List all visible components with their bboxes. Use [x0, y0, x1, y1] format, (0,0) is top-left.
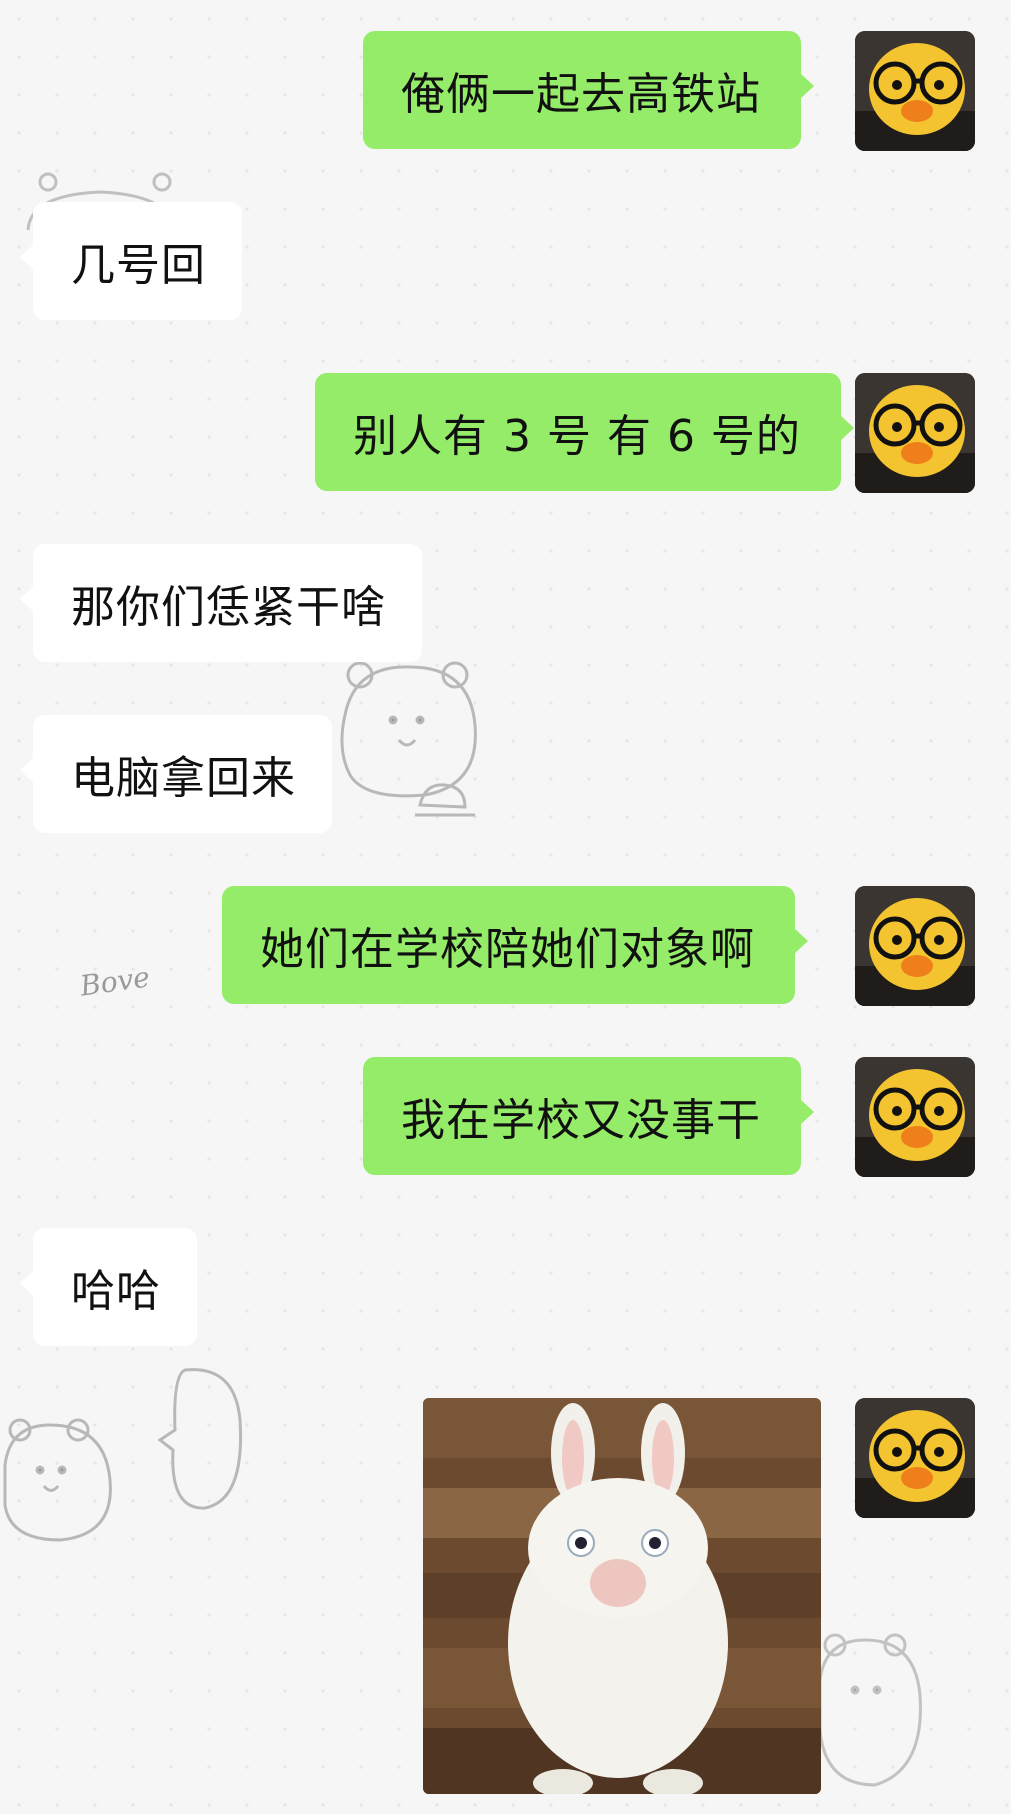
- duck-with-glasses-icon: [855, 886, 975, 1006]
- message-bubble-incoming[interactable]: 几号回: [20, 202, 242, 320]
- message-bubble-outgoing[interactable]: 我在学校又没事干: [363, 1057, 814, 1175]
- message-bubble-outgoing[interactable]: 她们在学校陪她们对象啊: [222, 886, 808, 1004]
- white-rabbit-sticker-icon: [423, 1398, 821, 1794]
- message-bubble-outgoing[interactable]: 俺俩一起去高铁站: [363, 31, 814, 149]
- message-text: 那你们恁紧干啥: [71, 582, 386, 633]
- bear-doodle-icon: [340, 661, 477, 817]
- user-avatar[interactable]: [855, 1057, 975, 1177]
- message-text: 别人有 3 号 有 6 号的: [353, 411, 801, 462]
- duck-with-glasses-icon: [855, 1057, 975, 1177]
- user-avatar[interactable]: [855, 1398, 975, 1518]
- user-avatar[interactable]: [855, 373, 975, 493]
- message-bubble-outgoing[interactable]: 别人有 3 号 有 6 号的: [315, 373, 854, 491]
- message-text: 几号回: [71, 240, 206, 291]
- message-text: 电脑拿回来: [71, 753, 296, 804]
- message-bubble-incoming[interactable]: 哈哈: [20, 1228, 197, 1346]
- user-avatar[interactable]: [855, 886, 975, 1006]
- message-bubble-incoming[interactable]: 电脑拿回来: [20, 715, 332, 833]
- duck-with-glasses-icon: [855, 31, 975, 151]
- message-bubble-incoming[interactable]: 那你们恁紧干啥: [20, 544, 422, 662]
- message-text: 哈哈: [71, 1266, 161, 1317]
- user-avatar[interactable]: [855, 31, 975, 151]
- duck-with-glasses-icon: [855, 1398, 975, 1518]
- message-text: 她们在学校陪她们对象啊: [260, 924, 755, 975]
- chat-area: Bove 俺俩一起去高铁站 几号回 别人有 3 号 有 6 号的 那你们恁紧干啥…: [0, 0, 1011, 1814]
- love-doodle-text: Bove: [78, 960, 152, 1003]
- message-text: 我在学校又没事干: [401, 1095, 761, 1146]
- sticker-message[interactable]: [423, 1398, 821, 1794]
- bear-doodle-3-icon: [818, 1633, 922, 1787]
- speech-doodle-icon: [157, 1368, 243, 1510]
- bear-doodle-2-icon: [3, 1418, 112, 1542]
- message-text: 俺俩一起去高铁站: [401, 69, 761, 120]
- duck-with-glasses-icon: [855, 373, 975, 493]
